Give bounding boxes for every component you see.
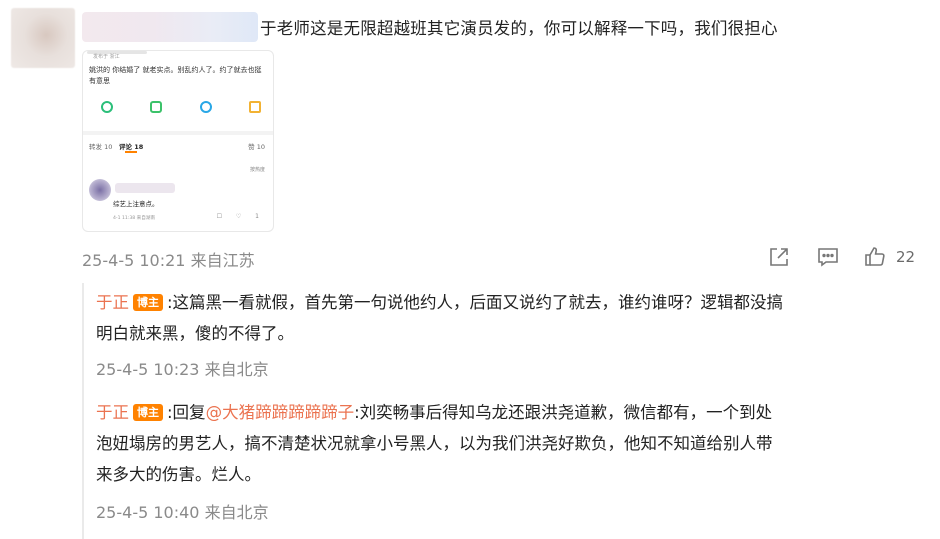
comment-location: 来自江苏: [190, 251, 255, 270]
commenter-avatar[interactable]: [11, 8, 75, 68]
reply-meta: 25-4-5 10:23 来自北京: [96, 356, 269, 380]
card-tab-likes: 赞 10: [248, 143, 265, 151]
comment-icon: [818, 248, 838, 267]
commenter-username-blurred[interactable]: [82, 12, 258, 42]
reply-prefix: :回复: [167, 403, 206, 422]
qq-icon: [199, 101, 212, 113]
reply-location: 来自北京: [204, 360, 269, 379]
reply-item: 于正 博主:回复@大猪蹄蹄蹄蹄蹄子:刘奕畅事后得知乌龙还跟洪尧道歉，微信都有，一个…: [96, 397, 922, 490]
comment-text: 于老师这是无限超越班其它演员发的，你可以解释一下吗，我们很担心: [260, 19, 778, 38]
reply-text-line1: :这篇黑一看就假，首先第一句说他约人，后面又说约了就去，谁约谁呀？逻辑都没搞: [167, 293, 784, 312]
card-divider: [83, 131, 273, 135]
card-tab-indicator: [125, 151, 137, 153]
reply-author-name[interactable]: 于正: [96, 403, 129, 422]
card-tab-comments: 评论 18: [119, 143, 144, 151]
like-button[interactable]: [863, 245, 887, 269]
reply-thread-line: [82, 283, 84, 539]
reply-meta: 25-4-5 10:40 来自北京: [96, 499, 269, 523]
reply-text-line1: :刘奕畅事后得知乌龙还跟洪尧道歉，微信都有，一个到处: [354, 403, 773, 422]
share-button[interactable]: [767, 245, 791, 269]
card-tab-repost: 转发 10: [89, 143, 113, 151]
reply-text-line2: 明白就来黑，傻的不得了。: [96, 324, 294, 343]
card-share-actions: [101, 101, 261, 113]
reply-text-line2: 泡妞塌房的男艺人，搞不清楚状况就拿小号黑人，以为我们洪尧好欺负，他知不知道给别人…: [96, 434, 773, 453]
card-post-text: 姚洪的 你结婚了 就老实点。别乱约人了。约了就去也挺有意思: [89, 66, 262, 85]
card-reply-text: 综艺上注意点。: [113, 200, 159, 208]
like-count: 22: [896, 248, 916, 266]
author-badge: 博主: [133, 294, 163, 311]
comment-attached-image[interactable]: 发布于 浙江 姚洪的 你结婚了 就老实点。别乱约人了。约了就去也挺有意思 转发 …: [82, 50, 274, 232]
reply-timestamp: 25-4-5 10:23: [96, 360, 200, 379]
reply-item: 于正 博主:这篇黑一看就假，首先第一句说他约人，后面又说约了就去，谁约谁呀？逻辑都…: [96, 287, 922, 349]
thumbs-up-icon: [865, 247, 885, 266]
comment-button[interactable]: [816, 245, 840, 269]
card-sort-label: 按热度: [249, 167, 265, 173]
comment-timestamp: 25-4-5 10:21: [82, 251, 186, 270]
reply-timestamp: 25-4-5 10:40: [96, 503, 200, 522]
qzone-icon: [248, 101, 261, 113]
author-badge: 博主: [133, 404, 163, 421]
card-reply-avatar: [89, 179, 111, 201]
moments-icon: [150, 101, 163, 113]
reply-location: 来自北京: [204, 503, 269, 522]
card-reply-name-blurred: [115, 183, 175, 193]
comment-meta: 25-4-5 10:21 来自江苏: [82, 247, 255, 271]
card-reply-meta: 4-1 11:38 来自湖南: [113, 216, 156, 221]
reply-text-line3: 来多大的伤害。烂人。: [96, 465, 261, 484]
reply-author-name[interactable]: 于正: [96, 293, 129, 312]
card-reply-icons: ☐ ♡ 1: [216, 213, 265, 220]
card-post-meta: 发布于 浙江: [93, 54, 120, 60]
mentioned-user-link[interactable]: @大猪蹄蹄蹄蹄蹄子: [206, 403, 355, 422]
share-icon: [770, 248, 788, 266]
wechat-icon: [101, 101, 113, 113]
